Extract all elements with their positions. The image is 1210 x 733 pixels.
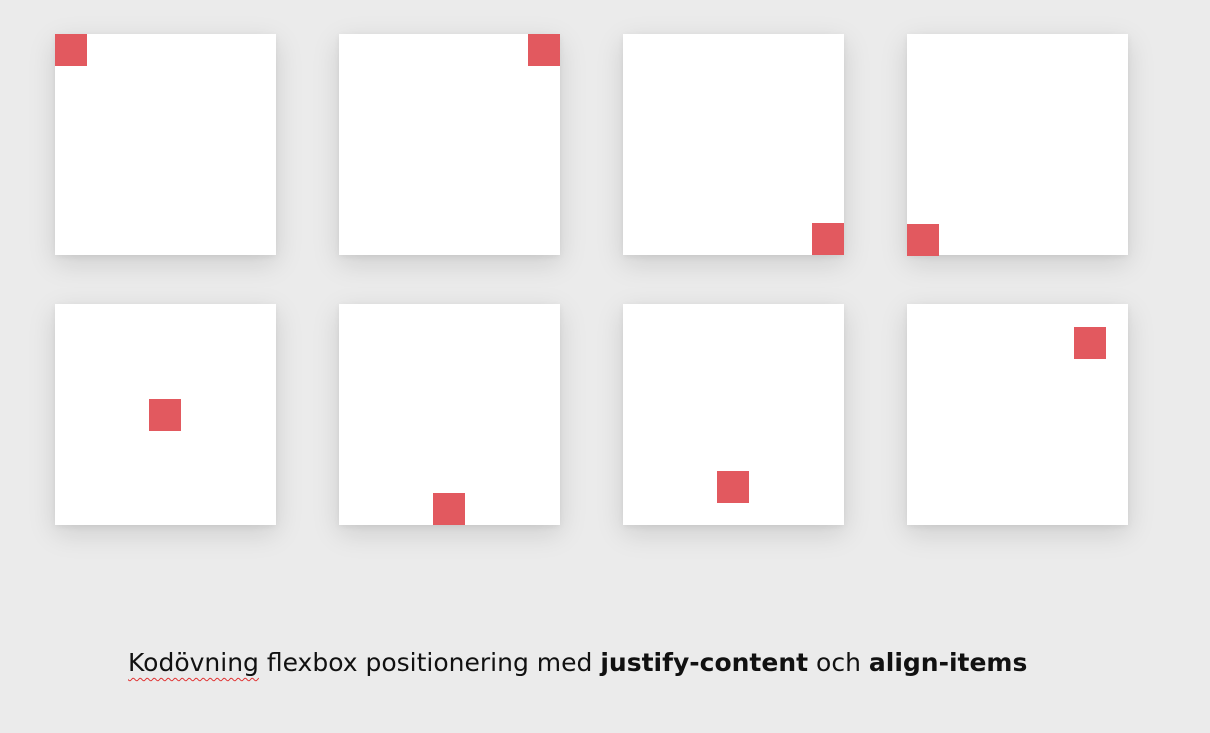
caption-word-spellcheck: Kodövning [128,648,259,677]
caption-bold-align-items: align-items [868,648,1028,677]
example-box-1 [55,34,276,255]
red-square [528,34,560,66]
caption-text-1: flexbox positionering med [258,648,601,677]
example-box-7 [623,304,844,525]
example-box-4 [907,34,1128,256]
red-square [907,224,939,256]
example-box-2 [339,34,560,255]
caption-text-2: och [808,648,869,677]
example-box-3 [623,34,844,255]
caption: Kodövning flexbox positionering med just… [128,648,1027,677]
red-square [717,471,749,503]
example-box-6 [339,304,560,525]
example-box-5 [55,304,276,525]
red-square [433,493,465,525]
caption-bold-justify-content: justify-content [600,648,809,677]
page: Kodövning flexbox positionering med just… [0,0,1210,733]
red-square [149,399,181,431]
red-square [1074,327,1106,359]
red-square [812,223,844,255]
red-square [55,34,87,66]
example-box-8 [907,304,1128,525]
